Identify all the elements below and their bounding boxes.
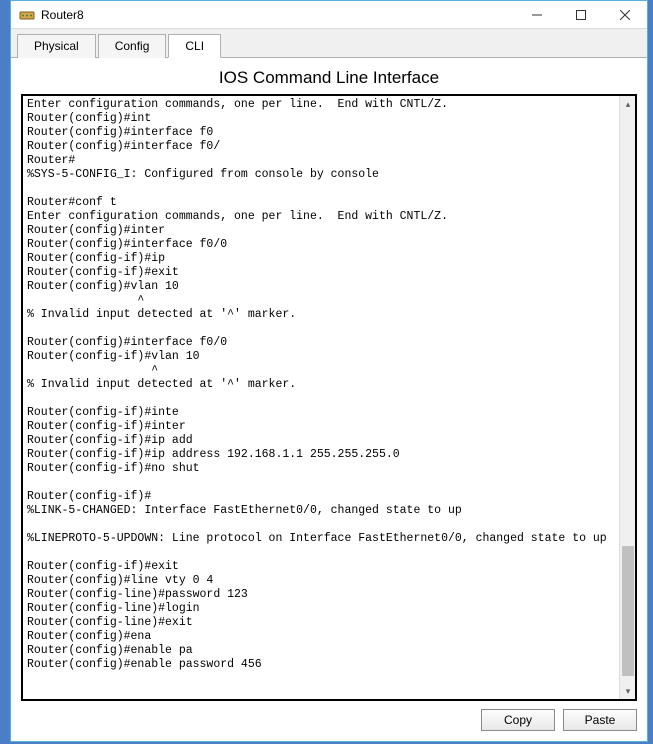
tab-cli[interactable]: CLI [168, 34, 221, 58]
copy-button[interactable]: Copy [481, 709, 555, 731]
titlebar[interactable]: Router8 [11, 1, 647, 29]
scroll-thumb[interactable] [622, 546, 634, 676]
action-button-row: Copy Paste [21, 701, 637, 731]
cli-panel: IOS Command Line Interface Enter configu… [11, 58, 647, 741]
window-title: Router8 [41, 8, 515, 22]
cli-terminal[interactable]: Enter configuration commands, one per li… [23, 96, 619, 699]
terminal-scrollbar[interactable]: ▴ ▾ [619, 96, 635, 699]
tab-config[interactable]: Config [98, 34, 167, 58]
app-window: Router8 Physical Config CLI IOS Command … [10, 0, 648, 742]
close-button[interactable] [603, 1, 647, 28]
minimize-button[interactable] [515, 1, 559, 28]
tab-physical[interactable]: Physical [17, 34, 96, 58]
terminal-container: Enter configuration commands, one per li… [21, 94, 637, 701]
paste-button[interactable]: Paste [563, 709, 637, 731]
window-controls [515, 1, 647, 28]
cli-heading: IOS Command Line Interface [21, 68, 637, 88]
scroll-up-icon[interactable]: ▴ [620, 96, 636, 112]
scroll-down-icon[interactable]: ▾ [620, 683, 636, 699]
maximize-button[interactable] [559, 1, 603, 28]
app-icon [19, 7, 35, 23]
tab-bar: Physical Config CLI [11, 29, 647, 58]
